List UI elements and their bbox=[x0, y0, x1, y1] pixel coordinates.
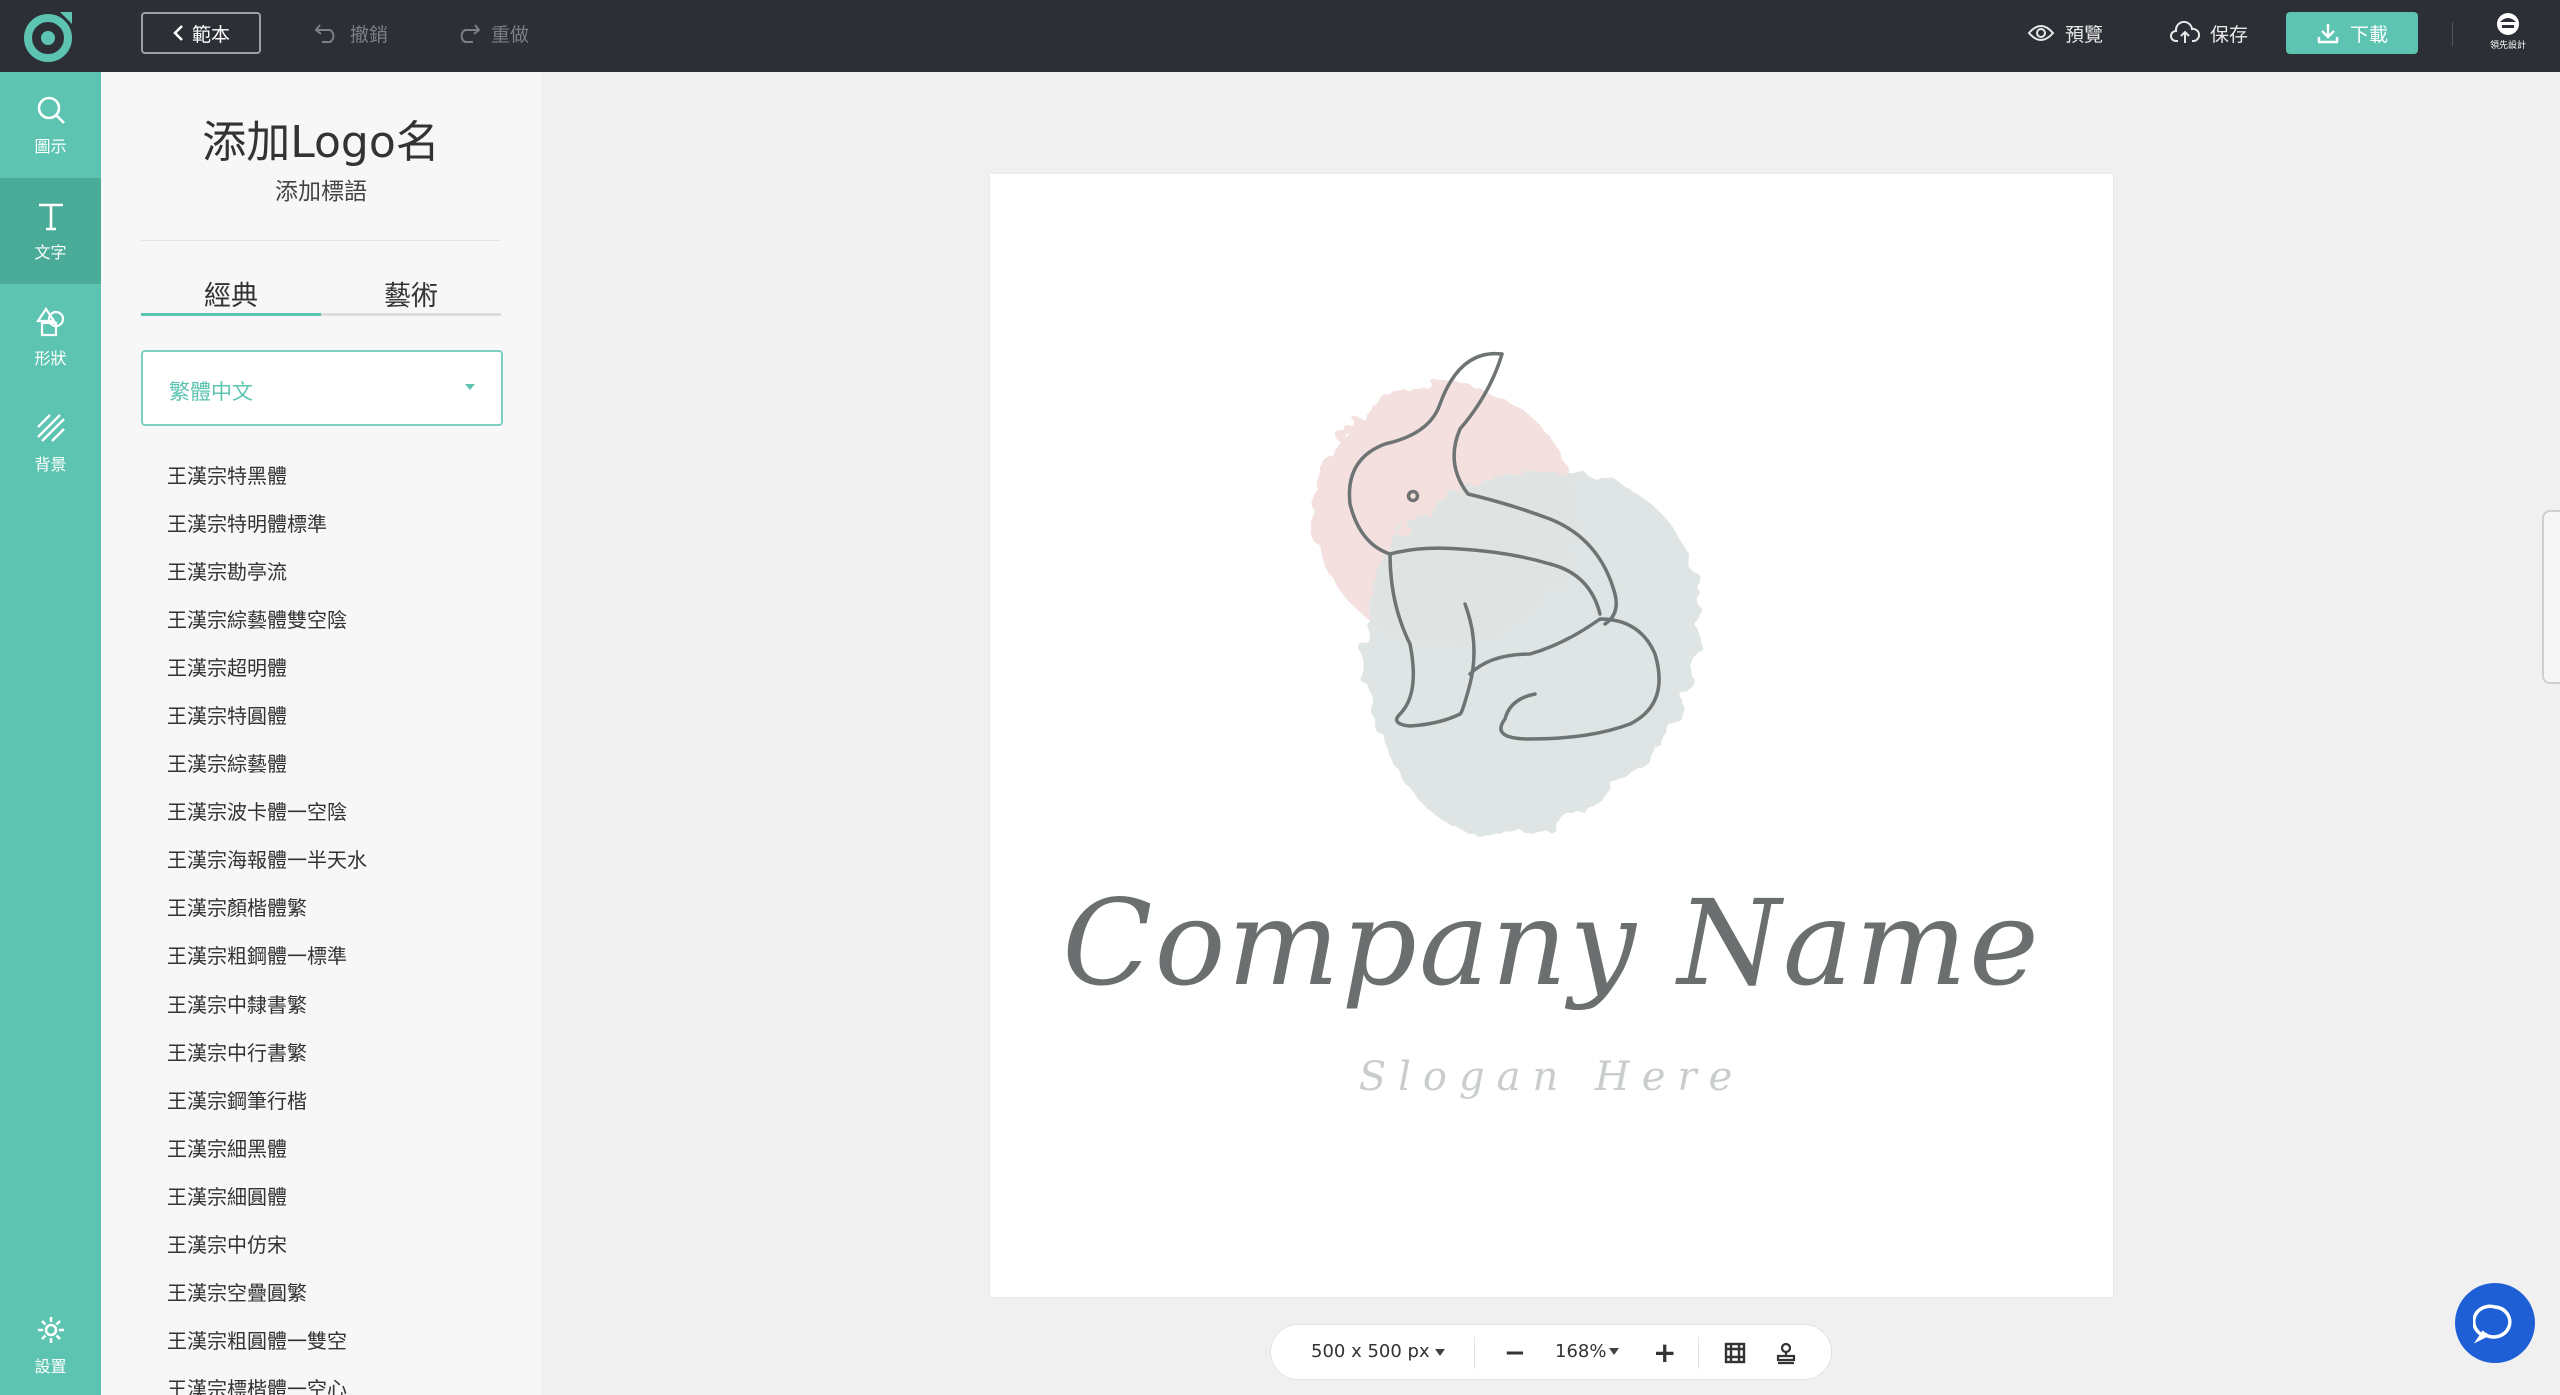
chevron-down-icon[interactable] bbox=[1609, 1348, 1619, 1355]
undo-label: 撤銷 bbox=[350, 23, 389, 46]
font-list-item[interactable]: 王漢宗超明體 bbox=[167, 642, 507, 690]
redo-button[interactable]: 重做 bbox=[455, 18, 529, 48]
text-panel: 添加Logo名 添加標語 經典 藝術 繁體中文 王漢宗特黑體 王漢宗特明體標準 王漢… bbox=[101, 72, 541, 1395]
font-list-item[interactable]: 王漢宗粗圓體一雙空 bbox=[167, 1316, 507, 1364]
rail-item-label: 背景 bbox=[34, 455, 67, 474]
rail-item-text[interactable]: 文字 bbox=[0, 178, 101, 284]
font-list-item[interactable]: 王漢宗勘亭流 bbox=[167, 546, 507, 594]
download-label: 下載 bbox=[2349, 23, 2388, 46]
grid-icon[interactable] bbox=[1723, 1341, 1747, 1365]
font-list-item[interactable]: 王漢宗顏楷體繁 bbox=[167, 883, 507, 931]
font-list-item[interactable]: 王漢宗特明體標準 bbox=[167, 498, 507, 546]
gear-icon bbox=[37, 1317, 64, 1343]
topbar-divider bbox=[2452, 22, 2453, 46]
font-list-item[interactable]: 王漢宗特圓體 bbox=[167, 690, 507, 738]
add-slogan-button[interactable]: 添加標語 bbox=[101, 172, 541, 206]
app-logo-icon[interactable] bbox=[20, 8, 76, 64]
chat-icon bbox=[2473, 1304, 2512, 1344]
chat-support-button[interactable] bbox=[2455, 1283, 2535, 1363]
zoom-in-button[interactable]: + bbox=[1653, 1336, 1676, 1369]
slogan-text[interactable]: Slogan Here bbox=[990, 1054, 2113, 1100]
user-avatar[interactable]: 領先設計 bbox=[2490, 12, 2526, 54]
font-list-item[interactable]: 王漢宗中仿宋 bbox=[167, 1220, 507, 1268]
font-list-item[interactable]: 王漢宗波卡體一空陰 bbox=[167, 787, 507, 835]
canvas-size-select[interactable]: 500 x 500 px bbox=[1311, 1341, 1430, 1362]
search-icon bbox=[37, 96, 65, 124]
toolbar-divider bbox=[1474, 1337, 1475, 1369]
rail-item-background[interactable]: 背景 bbox=[0, 390, 101, 496]
font-list-item[interactable]: 王漢宗粗鋼體一標準 bbox=[167, 931, 507, 979]
font-list-item[interactable]: 王漢宗細黑體 bbox=[167, 1123, 507, 1171]
canvas-toolbar: 500 x 500 px − 168% + bbox=[1270, 1324, 1832, 1380]
font-list-item[interactable]: 王漢宗綜藝體雙空陰 bbox=[167, 594, 507, 642]
font-list-item[interactable]: 王漢宗鋼筆行楷 bbox=[167, 1075, 507, 1123]
rabbit-logo-graphic[interactable] bbox=[990, 174, 2113, 1297]
redo-label: 重做 bbox=[491, 23, 530, 46]
tab-classic[interactable]: 經典 bbox=[141, 272, 321, 316]
chevron-down-icon bbox=[465, 384, 475, 390]
rail-item-settings[interactable]: 設置 bbox=[0, 1292, 101, 1395]
back-button-label: 範本 bbox=[191, 23, 230, 46]
add-logo-name-button[interactable]: 添加Logo名 bbox=[101, 106, 541, 170]
redo-icon bbox=[460, 24, 481, 43]
save-label: 保存 bbox=[2210, 23, 2249, 46]
download-button[interactable]: 下載 bbox=[2286, 12, 2418, 54]
chevron-left-icon bbox=[173, 25, 183, 41]
language-select-value: 繁體中文 bbox=[169, 380, 253, 404]
download-icon bbox=[2317, 24, 2339, 44]
background-icon bbox=[36, 414, 65, 442]
tab-artistic[interactable]: 藝術 bbox=[321, 272, 501, 313]
top-bar: 範本 撤銷 重做 預覽 保存 下載 領先設計 bbox=[0, 0, 2560, 72]
font-list-item[interactable]: 王漢宗空疊圓繁 bbox=[167, 1268, 507, 1316]
preview-label: 預覽 bbox=[2065, 23, 2104, 46]
font-list-item[interactable]: 王漢宗特黑體 bbox=[167, 450, 507, 498]
eye-icon bbox=[2027, 25, 2055, 41]
font-list-item[interactable]: 王漢宗中隸書繁 bbox=[167, 979, 507, 1027]
font-style-tabs: 經典 藝術 bbox=[141, 272, 501, 316]
language-select[interactable]: 繁體中文 bbox=[141, 350, 503, 426]
text-icon bbox=[38, 203, 63, 231]
cloud-upload-icon bbox=[2170, 21, 2200, 43]
preview-button[interactable]: 預覽 bbox=[2027, 18, 2103, 48]
rail-item-label: 文字 bbox=[34, 243, 67, 262]
chevron-down-icon[interactable] bbox=[1435, 1349, 1445, 1356]
rail-item-label: 形狀 bbox=[34, 349, 67, 368]
font-list-item[interactable]: 王漢宗中行書繁 bbox=[167, 1027, 507, 1075]
shapes-icon bbox=[35, 307, 64, 337]
undo-icon bbox=[314, 24, 335, 43]
rail-item-icons[interactable]: 圖示 bbox=[0, 72, 101, 178]
font-list-item[interactable]: 王漢宗細圓體 bbox=[167, 1171, 507, 1219]
back-to-templates-button[interactable]: 範本 bbox=[141, 12, 261, 54]
font-list-item[interactable]: 王漢宗標楷體一空心 bbox=[167, 1364, 507, 1395]
panel-divider bbox=[141, 240, 501, 241]
toolbar-divider bbox=[1698, 1337, 1699, 1369]
rail-item-label: 設置 bbox=[34, 1357, 67, 1376]
avatar-label: 領先設計 bbox=[2490, 41, 2527, 51]
logo-artboard[interactable]: Company Name Slogan Here bbox=[990, 174, 2113, 1297]
avatar-icon bbox=[2497, 13, 2519, 35]
zoom-out-button[interactable]: − bbox=[1504, 1338, 1526, 1368]
font-list-item[interactable]: 王漢宗海報體一半天水 bbox=[167, 835, 507, 883]
zoom-level-select[interactable]: 168% bbox=[1555, 1341, 1606, 1362]
undo-button[interactable]: 撤銷 bbox=[314, 18, 388, 48]
rail-item-shapes[interactable]: 形狀 bbox=[0, 284, 101, 390]
left-tool-rail: 圖示 文字 形狀 背景 設置 bbox=[0, 72, 101, 1395]
stamp-icon[interactable] bbox=[1774, 1341, 1798, 1365]
side-panel-handle[interactable] bbox=[2542, 510, 2560, 684]
rail-item-label: 圖示 bbox=[34, 137, 67, 156]
font-list: 王漢宗特黑體 王漢宗特明體標準 王漢宗勘亭流 王漢宗綜藝體雙空陰 王漢宗超明體 王漢宗特圓… bbox=[167, 450, 507, 1395]
save-button[interactable]: 保存 bbox=[2170, 18, 2248, 48]
font-list-item[interactable]: 王漢宗綜藝體 bbox=[167, 739, 507, 787]
company-name-text[interactable]: Company Name bbox=[990, 874, 2113, 1012]
